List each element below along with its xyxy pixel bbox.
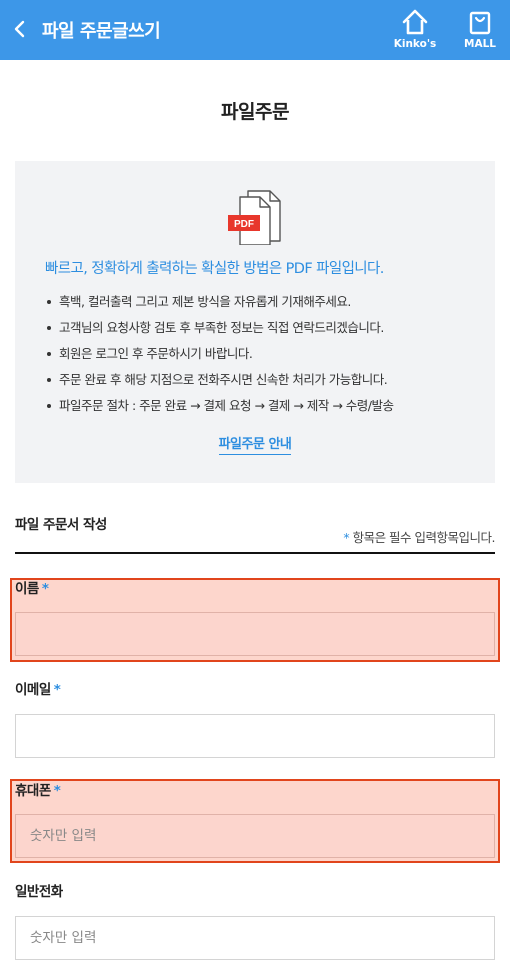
info-bullet: 흑백, 컬러출력 그리고 제본 방식을 자유롭게 기재해주세요. <box>45 289 485 315</box>
chevron-left-icon <box>14 20 25 38</box>
home-icon <box>402 9 428 35</box>
required-note-text: 항목은 필수 입력항목입니다. <box>352 530 496 545</box>
shopping-bag-icon <box>469 11 491 35</box>
info-bullet: 회원은 로그인 후 주문하시기 바랍니다. <box>45 341 485 367</box>
name-label: 이름 * <box>15 580 495 600</box>
mobile-field-group: 휴대폰 * <box>15 782 495 858</box>
section-divider <box>15 552 495 554</box>
app-header: 파일 주문글쓰기 Kinko's MALL <box>0 0 510 60</box>
pdf-info-box: PDF 빠르고, 정확하게 출력하는 확실한 방법은 PDF 파일입니다. 흑백… <box>15 161 495 483</box>
kinkos-home-button[interactable]: Kinko's <box>392 8 438 50</box>
pdf-file-icon: PDF <box>228 190 281 245</box>
order-form-title: 파일 주문서 작성 <box>15 517 107 533</box>
required-star: * <box>53 682 61 698</box>
email-label-text: 이메일 <box>15 682 51 698</box>
page-title: 파일주문 <box>221 101 289 123</box>
header-title: 파일 주문글쓰기 <box>42 21 161 42</box>
name-input[interactable] <box>15 612 495 656</box>
phone-field-group: 일반전화 <box>15 883 495 960</box>
required-star: * <box>343 530 350 545</box>
required-star: * <box>41 581 49 597</box>
info-bullet: 고객님의 요청사항 검토 후 부족한 정보는 직접 연락드리겠습니다. <box>45 315 485 341</box>
email-label: 이메일 * <box>15 681 495 701</box>
mobile-label: 휴대폰 * <box>15 782 495 802</box>
email-field-group: 이메일 * <box>15 681 495 758</box>
info-bullet: 파일주문 절차 : 주문 완료 → 결제 요청 → 결제 → 제작 → 수령/발… <box>45 393 485 419</box>
mall-label: MALL <box>464 38 496 50</box>
pdf-badge-text: PDF <box>234 219 254 230</box>
back-button[interactable] <box>6 14 34 44</box>
mobile-input[interactable] <box>15 814 495 858</box>
mall-button[interactable]: MALL <box>460 8 500 50</box>
kinkos-label: Kinko's <box>393 38 437 50</box>
required-star: * <box>53 783 61 799</box>
file-order-guide-link[interactable]: 파일주문 안내 <box>218 437 292 455</box>
phone-input[interactable] <box>15 916 495 960</box>
phone-label: 일반전화 <box>15 883 495 903</box>
name-label-text: 이름 <box>15 581 39 597</box>
phone-label-text: 일반전화 <box>15 884 63 900</box>
info-bullet: 주문 완료 후 해당 지점으로 전화주시면 신속한 처리가 가능합니다. <box>45 367 485 393</box>
info-lead-text: 빠르고, 정확하게 출력하는 확실한 방법은 PDF 파일입니다. <box>45 261 384 277</box>
required-note: * 항목은 필수 입력항목입니다. <box>343 527 495 546</box>
info-bullet-list: 흑백, 컬러출력 그리고 제본 방식을 자유롭게 기재해주세요. 고객님의 요청… <box>45 289 485 419</box>
email-input[interactable] <box>15 714 495 758</box>
mobile-label-text: 휴대폰 <box>15 783 51 799</box>
name-field-group: 이름 * <box>15 580 495 656</box>
